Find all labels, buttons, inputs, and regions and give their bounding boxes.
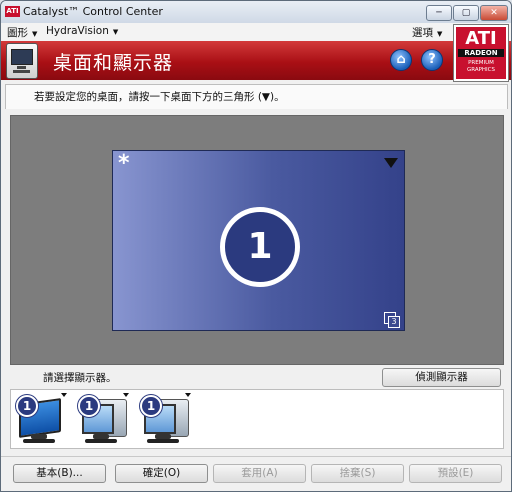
menu-hydravision[interactable]: HydraVision ▼ bbox=[46, 25, 118, 37]
title-bar[interactable]: ATI Catalyst™ Control Center ─ ▢ ✕ bbox=[1, 1, 511, 24]
primary-marker: * bbox=[118, 151, 130, 176]
dropdown-arrow-icon: ▼ bbox=[437, 30, 443, 38]
display-badge: 1 bbox=[78, 395, 100, 417]
apply-button[interactable]: 套用(A) bbox=[213, 464, 306, 483]
menu-graphics-label: 圖形 bbox=[7, 27, 28, 39]
display-thumb-crt-1[interactable]: 1 bbox=[77, 393, 131, 445]
logo-tagline-line1: PREMIUM bbox=[468, 60, 494, 66]
display-number: 1 bbox=[220, 207, 300, 287]
close-button[interactable]: ✕ bbox=[480, 5, 508, 21]
ati-radeon-logo: ATI RADEON PREMIUM GRAPHICS bbox=[454, 25, 508, 81]
dropdown-triangle-icon[interactable] bbox=[123, 393, 129, 397]
house-icon: ⌂ bbox=[396, 52, 406, 67]
maximize-button[interactable]: ▢ bbox=[453, 5, 479, 21]
app-window: ATI Catalyst™ Control Center ─ ▢ ✕ 圖形 ▼ H… bbox=[0, 0, 512, 492]
menu-options-label: 選項 bbox=[412, 27, 433, 39]
question-icon: ? bbox=[428, 52, 436, 67]
logo-brand: ATI bbox=[465, 28, 497, 49]
dropdown-arrow-icon: ▼ bbox=[32, 30, 38, 38]
menu-options[interactable]: 選項 ▼ bbox=[412, 25, 442, 40]
home-button[interactable]: ⌂ bbox=[390, 49, 412, 71]
button-bar: 基本(B)... 確定(O) 套用(A) 捨棄(S) 預設(E) bbox=[1, 456, 511, 491]
clone-icon: 3 bbox=[384, 312, 400, 328]
instruction-panel: 若要設定您的桌面，請按一下桌面下方的三角形 (▼)。 bbox=[5, 84, 508, 109]
menu-graphics[interactable]: 圖形 ▼ bbox=[7, 25, 37, 40]
minimize-button[interactable]: ─ bbox=[426, 5, 452, 21]
defaults-button[interactable]: 預設(E) bbox=[409, 464, 502, 483]
dropdown-triangle-icon[interactable] bbox=[61, 393, 67, 397]
dropdown-triangle-icon[interactable] bbox=[185, 393, 191, 397]
logo-tagline: PREMIUM GRAPHICS bbox=[456, 60, 506, 74]
logo-product: RADEON bbox=[458, 49, 504, 57]
window-title: Catalyst™ Control Center bbox=[23, 5, 163, 18]
display-badge: 1 bbox=[140, 395, 162, 417]
dropdown-arrow-icon: ▼ bbox=[112, 28, 119, 36]
detect-displays-button[interactable]: 偵測顯示器 bbox=[382, 368, 501, 387]
menu-hydravision-label: HydraVision bbox=[46, 25, 109, 37]
help-button[interactable]: ? bbox=[421, 49, 443, 71]
page-banner: 桌面和顯示器 ⌂ ? bbox=[1, 41, 511, 80]
select-display-label: 請選擇顯示器。 bbox=[43, 372, 117, 384]
logo-tagline-line2: GRAPHICS bbox=[466, 67, 496, 73]
desktop-menu-triangle-icon[interactable] bbox=[384, 158, 398, 168]
display-badge: 1 bbox=[16, 395, 38, 417]
clone-badge: 3 bbox=[388, 316, 400, 328]
monitor-icon bbox=[6, 43, 38, 79]
desktop-display-1[interactable]: * 1 3 bbox=[112, 150, 405, 331]
discard-button[interactable]: 捨棄(S) bbox=[311, 464, 404, 483]
ok-button[interactable]: 確定(O) bbox=[115, 464, 208, 483]
display-list: 1 1 1 bbox=[10, 389, 504, 449]
display-thumb-lcd[interactable]: 1 bbox=[15, 393, 69, 445]
basic-button[interactable]: 基本(B)... bbox=[13, 464, 106, 483]
display-thumb-crt-2[interactable]: 1 bbox=[139, 393, 193, 445]
menu-bar: 圖形 ▼ HydraVision ▼ 選項 ▼ bbox=[1, 23, 511, 41]
desktop-area: * 1 3 bbox=[10, 115, 504, 365]
page-title: 桌面和顯示器 bbox=[53, 52, 174, 74]
instruction-text: 若要設定您的桌面，請按一下桌面下方的三角形 (▼)。 bbox=[34, 91, 285, 103]
ati-logo-icon: ATI bbox=[5, 6, 20, 17]
